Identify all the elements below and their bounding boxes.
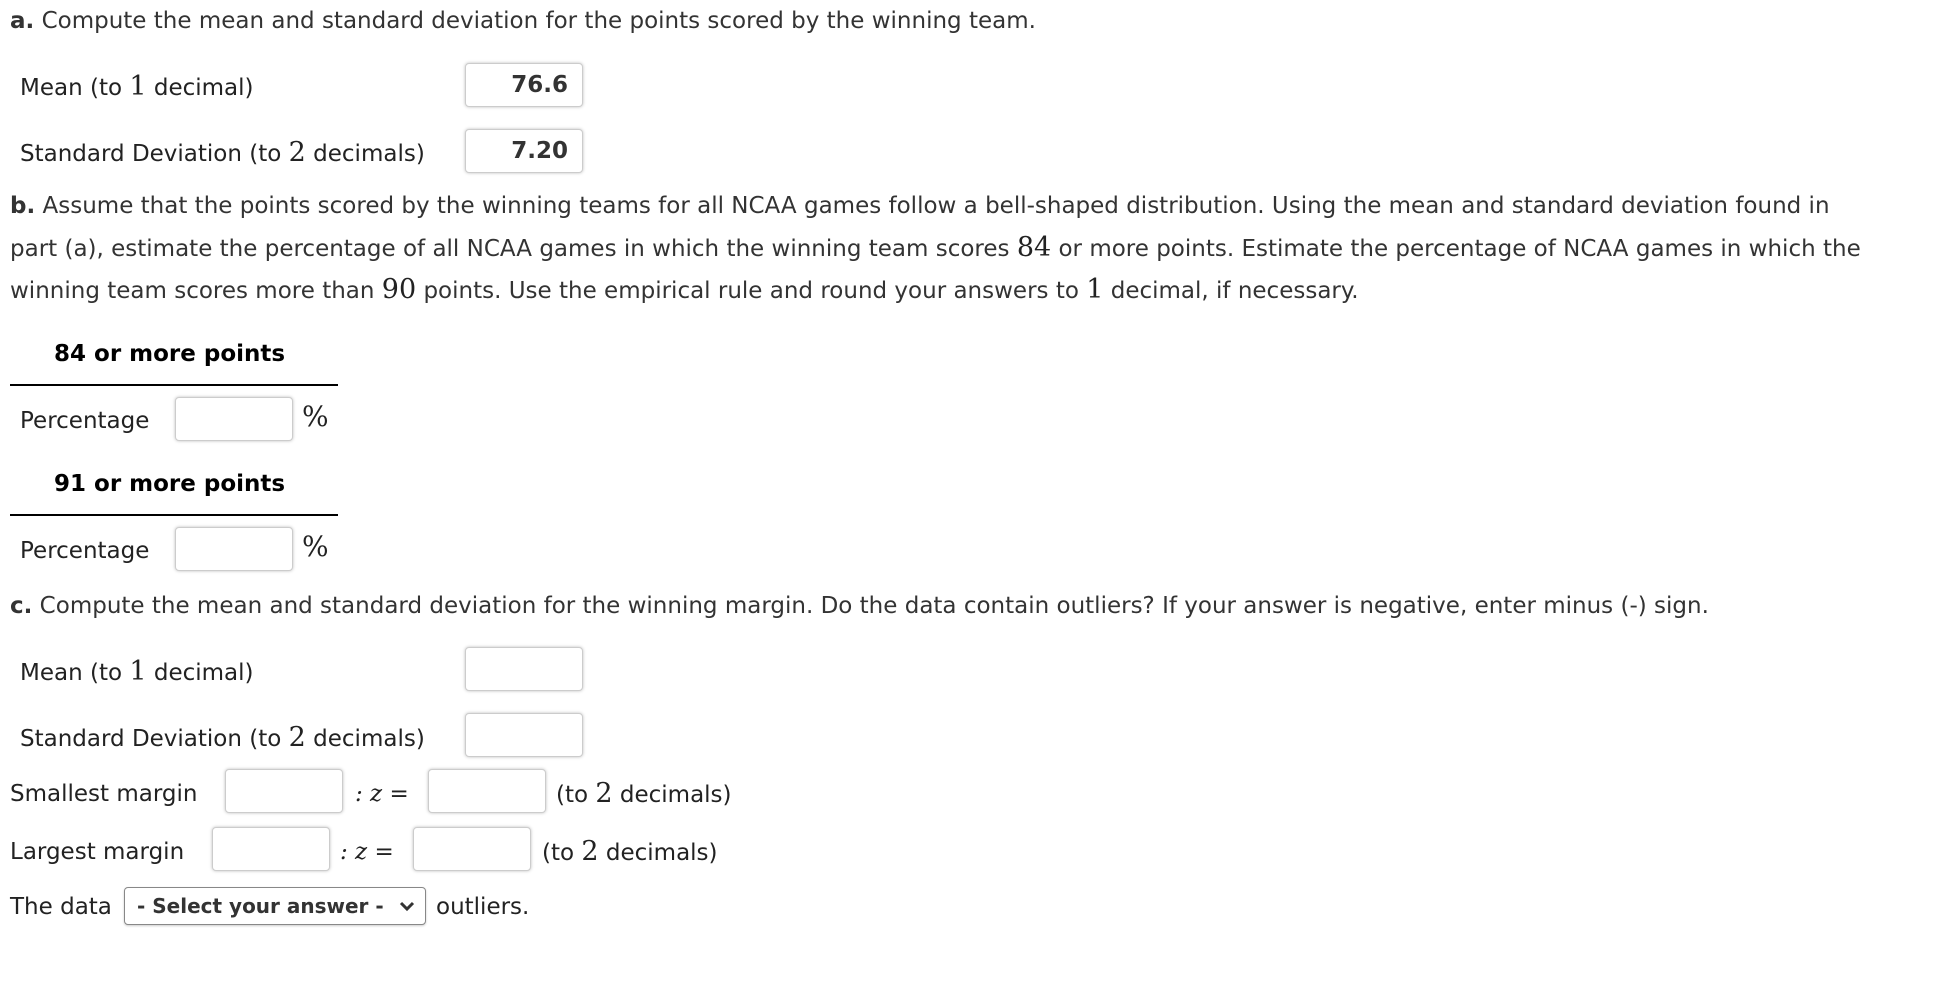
part-c-label: c. xyxy=(10,593,33,619)
part-c-sd-input[interactable] xyxy=(465,713,583,757)
text: points. Use the empirical rule and round… xyxy=(416,278,1087,304)
part-a-sd-input[interactable]: 7.20 xyxy=(465,129,583,173)
part-a-prompt: a. Compute the mean and standard deviati… xyxy=(10,0,1036,42)
part-c-mean-label: Mean (to 1 decimal) xyxy=(20,651,254,694)
part-a-sd-label: Standard Deviation (to 2 decimals) xyxy=(20,132,425,175)
z-equals-label: : z = xyxy=(355,781,409,807)
number: 90 xyxy=(381,274,417,305)
label-text: decimals) xyxy=(305,141,425,167)
label-text: decimal) xyxy=(146,660,254,686)
number: 2 xyxy=(595,778,613,809)
part-a-mean-input[interactable]: 76.6 xyxy=(465,63,583,107)
text: decimals) xyxy=(612,782,732,808)
part-a-mean-label: Mean (to 1 decimal) xyxy=(20,66,254,109)
text: (to xyxy=(556,782,596,808)
largest-margin-label: Largest margin xyxy=(10,839,185,865)
percent-sign: % xyxy=(302,400,329,433)
part-b-prompt-line3: winning team scores more than 90 points.… xyxy=(10,269,1359,312)
group1-percentage-label: Percentage xyxy=(20,408,150,434)
smallest-z-input[interactable] xyxy=(428,769,546,813)
largest-z-input[interactable] xyxy=(413,827,531,871)
text: part (a), estimate the percentage of all… xyxy=(10,236,1017,262)
group2-percentage-label: Percentage xyxy=(20,538,150,564)
label-number: 2 xyxy=(288,722,306,753)
the-data-label: The data xyxy=(10,894,112,920)
group1-percentage-input[interactable] xyxy=(175,397,293,441)
number: 1 xyxy=(1086,274,1104,305)
label-number: 1 xyxy=(129,656,147,687)
part-c-mean-input[interactable] xyxy=(465,647,583,691)
select-value: - Select your answer - xyxy=(137,894,384,918)
label-number: 2 xyxy=(288,137,306,168)
part-c-text: Compute the mean and standard deviation … xyxy=(32,593,1709,619)
number: 84 xyxy=(1016,232,1052,263)
smallest-margin-input[interactable] xyxy=(225,769,343,813)
outliers-select[interactable]: - Select your answer - xyxy=(124,887,426,925)
part-c-prompt: c. Compute the mean and standard deviati… xyxy=(10,585,1709,627)
label-text: decimals) xyxy=(305,726,425,752)
group1-divider xyxy=(10,384,338,386)
group2-header: 91 or more points xyxy=(54,471,286,497)
label-text: Standard Deviation (to xyxy=(20,141,289,167)
group2-percentage-input[interactable] xyxy=(175,527,293,571)
part-a-label: a. xyxy=(10,8,35,34)
label-text: Mean (to xyxy=(20,660,130,686)
text: or more points. Estimate the percentage … xyxy=(1051,236,1861,262)
group2-divider xyxy=(10,514,338,516)
largest-decimals-note: (to 2 decimals) xyxy=(542,831,718,874)
part-b-label: b. xyxy=(10,193,36,219)
text: decimal, if necessary. xyxy=(1103,278,1359,304)
text: (to xyxy=(542,840,582,866)
smallest-margin-label: Smallest margin xyxy=(10,781,198,807)
part-b-text: Assume that the points scored by the win… xyxy=(35,193,1830,219)
text: decimals) xyxy=(598,840,718,866)
label-number: 1 xyxy=(129,71,147,102)
chevron-down-icon xyxy=(399,888,415,937)
part-a-text: Compute the mean and standard deviation … xyxy=(34,8,1036,34)
label-text: Standard Deviation (to xyxy=(20,726,289,752)
label-text: Mean (to xyxy=(20,75,130,101)
z-equals-label: : z = xyxy=(340,839,394,865)
group1-header: 84 or more points xyxy=(54,341,286,367)
number: 2 xyxy=(581,836,599,867)
part-c-sd-label: Standard Deviation (to 2 decimals) xyxy=(20,717,425,760)
smallest-decimals-note: (to 2 decimals) xyxy=(556,773,732,816)
outliers-label: outliers. xyxy=(436,894,530,920)
text: winning team scores more than xyxy=(10,278,382,304)
percent-sign: % xyxy=(302,530,329,563)
largest-margin-input[interactable] xyxy=(212,827,330,871)
part-b-prompt-line1: b. Assume that the points scored by the … xyxy=(10,185,1830,227)
part-b-prompt-line2: part (a), estimate the percentage of all… xyxy=(10,227,1861,270)
label-text: decimal) xyxy=(146,75,254,101)
